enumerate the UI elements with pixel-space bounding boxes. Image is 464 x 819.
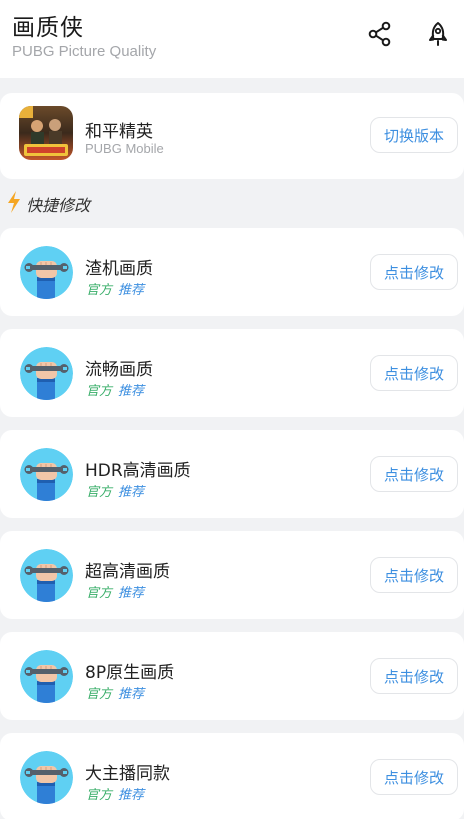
tool-fist-icon bbox=[20, 650, 73, 703]
preset-card: HDR高清画质 官方 推荐 点击修改 bbox=[0, 430, 464, 518]
tool-fist-icon bbox=[20, 347, 73, 400]
preset-card: 8P原生画质 官方 推荐 点击修改 bbox=[0, 632, 464, 720]
preset-name: 超高清画质 bbox=[85, 562, 170, 582]
official-tag: 官方 bbox=[86, 687, 113, 702]
recommend-tag: 推荐 bbox=[118, 788, 145, 803]
rocket-icon[interactable] bbox=[424, 20, 452, 48]
modify-button[interactable]: 点击修改 bbox=[370, 658, 458, 694]
preset-tags: 官方 推荐 bbox=[86, 683, 144, 702]
app-subtitle: PUBG Picture Quality bbox=[12, 43, 157, 60]
recommend-tag: 推荐 bbox=[118, 283, 145, 298]
tool-fist-icon bbox=[20, 549, 73, 602]
preset-name: 8P原生画质 bbox=[85, 663, 175, 683]
modify-button[interactable]: 点击修改 bbox=[370, 456, 458, 492]
recommend-tag: 推荐 bbox=[118, 485, 145, 500]
game-subtitle: PUBG Mobile bbox=[85, 141, 164, 156]
official-tag: 官方 bbox=[86, 384, 113, 399]
preset-name: 流畅画质 bbox=[85, 360, 153, 380]
preset-name: 大主播同款 bbox=[85, 764, 170, 784]
official-tag: 官方 bbox=[86, 788, 113, 803]
official-tag: 官方 bbox=[86, 485, 113, 500]
modify-button[interactable]: 点击修改 bbox=[370, 355, 458, 391]
app-title: 画质侠 bbox=[12, 15, 84, 41]
recommend-tag: 推荐 bbox=[118, 687, 145, 702]
tool-fist-icon bbox=[20, 246, 73, 299]
share-icon[interactable] bbox=[366, 20, 394, 48]
preset-name: 渣机画质 bbox=[85, 259, 153, 279]
preset-tags: 官方 推荐 bbox=[86, 784, 144, 803]
preset-tags: 官方 推荐 bbox=[86, 481, 144, 500]
preset-card: 大主播同款 官方 推荐 点击修改 bbox=[0, 733, 464, 819]
recommend-tag: 推荐 bbox=[118, 586, 145, 601]
preset-tags: 官方 推荐 bbox=[86, 279, 144, 298]
preset-card: 渣机画质 官方 推荐 点击修改 bbox=[0, 228, 464, 316]
tool-fist-icon bbox=[20, 448, 73, 501]
section-title: 快捷修改 bbox=[26, 196, 91, 215]
preset-tags: 官方 推荐 bbox=[86, 582, 144, 601]
preset-name: HDR高清画质 bbox=[85, 461, 191, 481]
app-header: 画质侠 PUBG Picture Quality bbox=[0, 0, 464, 78]
modify-button[interactable]: 点击修改 bbox=[370, 557, 458, 593]
game-card: 和平精英 PUBG Mobile 切换版本 bbox=[0, 93, 464, 179]
recommend-tag: 推荐 bbox=[118, 384, 145, 399]
preset-card: 超高清画质 官方 推荐 点击修改 bbox=[0, 531, 464, 619]
section-header: 快捷修改 bbox=[6, 190, 90, 218]
official-tag: 官方 bbox=[86, 283, 113, 298]
switch-version-button[interactable]: 切换版本 bbox=[370, 117, 458, 153]
tool-fist-icon bbox=[20, 751, 73, 804]
game-logo-icon bbox=[19, 106, 73, 160]
official-tag: 官方 bbox=[86, 586, 113, 601]
preset-card: 流畅画质 官方 推荐 点击修改 bbox=[0, 329, 464, 417]
preset-tags: 官方 推荐 bbox=[86, 380, 144, 399]
lightning-icon bbox=[6, 190, 22, 218]
modify-button[interactable]: 点击修改 bbox=[370, 759, 458, 795]
modify-button[interactable]: 点击修改 bbox=[370, 254, 458, 290]
game-name: 和平精英 bbox=[85, 122, 153, 142]
